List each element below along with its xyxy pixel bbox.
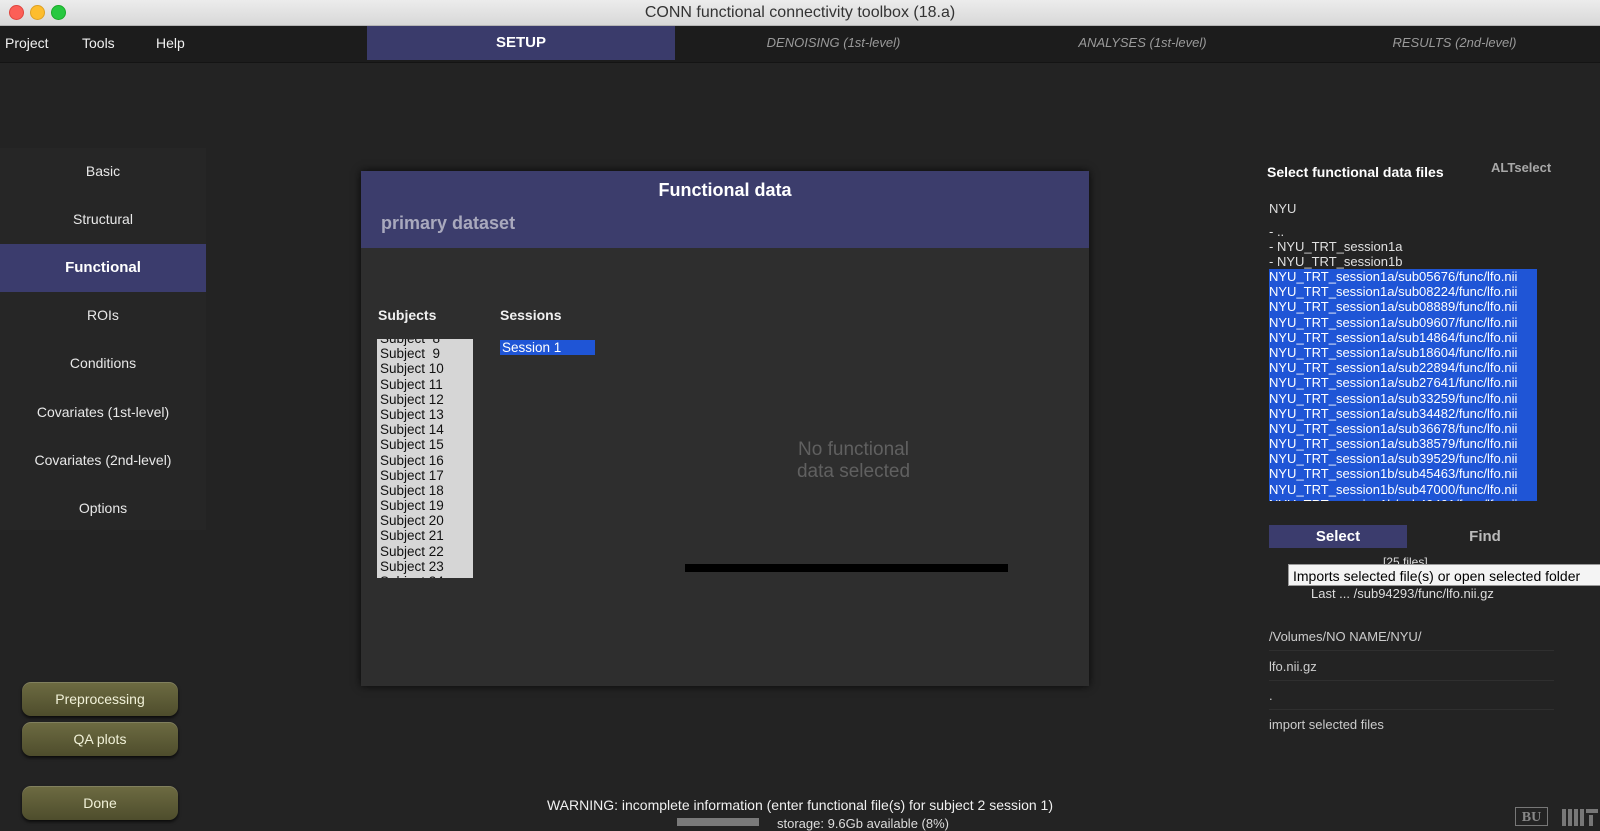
altselect-button[interactable]: ALTselect <box>1491 160 1551 175</box>
subjects-heading: Subjects <box>378 307 437 323</box>
file-list-item[interactable]: NYU_TRT_session1a/sub36678/func/lfo.nii <box>1269 420 1537 437</box>
filter-field[interactable]: lfo.nii.gz <box>1269 654 1554 681</box>
file-list-item[interactable]: NYU_TRT_session1b/sub45463/func/lfo.nii <box>1269 466 1537 482</box>
warning-message: WARNING: incomplete information (enter f… <box>546 797 1053 813</box>
sidebar-item-rois[interactable]: ROIs <box>0 292 206 339</box>
tab-setup[interactable]: SETUP <box>367 26 675 60</box>
file-list-item[interactable]: NYU_TRT_session1a/sub22894/func/lfo.nii <box>1269 360 1537 376</box>
subject-list-item[interactable]: Subject 18 <box>380 483 444 498</box>
file-list-item[interactable]: NYU_TRT_session1a/sub27641/func/lfo.nii <box>1269 375 1537 391</box>
sidebar-item-basic[interactable]: Basic <box>0 148 206 195</box>
subject-list-item[interactable]: Subject 17 <box>380 468 444 483</box>
bu-logo: BU <box>1515 807 1548 826</box>
menu-tools[interactable]: Tools <box>82 35 115 51</box>
preprocessing-button[interactable]: Preprocessing <box>22 682 178 716</box>
subject-list-item[interactable]: Subject 9 <box>380 346 444 361</box>
empty-data-message: No functional data selected <box>741 439 966 483</box>
empty-message-line: data selected <box>796 461 911 482</box>
file-list-item[interactable]: NYU_TRT_session1b/sub47000/func/lfo.nii <box>1269 481 1537 497</box>
subject-list-item[interactable]: Subject 24 <box>380 574 444 578</box>
file-list-item[interactable]: NYU_TRT_session1a/sub18604/func/lfo.nii <box>1269 344 1537 361</box>
path-field[interactable]: /Volumes/NO NAME/NYU/ <box>1269 624 1554 651</box>
file-list-item[interactable]: NYU_TRT_session1a/sub14864/func/lfo.nii <box>1269 329 1537 345</box>
tab-results[interactable]: RESULTS (2nd-level) <box>1347 26 1562 60</box>
sidebar-item-options[interactable]: Options <box>0 485 206 532</box>
menu-project[interactable]: Project <box>5 35 49 51</box>
window-titlebar: CONN functional connectivity toolbox (18… <box>0 0 1600 26</box>
dataset-selector[interactable]: primary dataset <box>381 213 515 234</box>
sessions-heading: Sessions <box>500 307 562 323</box>
window-title: CONN functional connectivity toolbox (18… <box>644 4 956 21</box>
file-list-item[interactable]: NYU_TRT_session1a/sub05676/func/lfo.nii <box>1269 269 1537 285</box>
file-list-item[interactable]: NYU_TRT_session1a/sub09607/func/lfo.nii <box>1269 314 1537 330</box>
file-listbox[interactable]: - .. - NYU_TRT_session1a - NYU_TRT_session… <box>1269 224 1537 501</box>
functional-data-panel: Functional data primary dataset Subjects… <box>361 171 1089 686</box>
sidebar-item-conditions[interactable]: Conditions <box>0 340 206 387</box>
subject-list-item[interactable]: Subject 15 <box>380 437 444 452</box>
file-list-item[interactable]: NYU_TRT_session1a/sub34482/func/lfo.nii <box>1269 405 1537 421</box>
sidebar-item-covariates-2nd[interactable]: Covariates (2nd-level) <box>0 437 206 484</box>
select-tooltip: Imports selected file(s) or open selecte… <box>1288 564 1600 586</box>
data-display-bar <box>685 564 1008 572</box>
mit-logo <box>1562 809 1598 826</box>
file-list-item[interactable]: NYU_TRT_session1a/sub38579/func/lfo.nii <box>1269 436 1537 452</box>
panel-title: Functional data <box>658 180 792 200</box>
setup-sidebar: Basic Structural Functional ROIs Conditi… <box>0 148 206 530</box>
sidebar-item-covariates-1st[interactable]: Covariates (1st-level) <box>0 389 206 436</box>
file-list-item[interactable]: NYU_TRT_session1a/sub08224/func/lfo.nii <box>1269 284 1537 300</box>
storage-text: storage: 9.6Gb available (8%) <box>777 816 949 831</box>
last-file-label: Last ... /sub94293/func/lfo.nii.gz <box>1311 586 1494 601</box>
subject-list-item[interactable]: Subject 20 <box>380 513 444 528</box>
dot-field[interactable]: . <box>1269 683 1554 710</box>
current-folder: NYU <box>1269 201 1297 216</box>
storage-bar <box>677 818 759 826</box>
folder-list-item[interactable]: - NYU_TRT_session1a <box>1269 239 1537 254</box>
tab-analyses[interactable]: ANALYSES (1st-level) <box>1035 26 1250 60</box>
subject-list-item[interactable]: Subject 13 <box>380 407 444 422</box>
subject-list-item[interactable]: Subject 21 <box>380 528 444 543</box>
subject-list-item[interactable]: Subject 12 <box>380 392 444 407</box>
sidebar-item-structural[interactable]: Structural <box>0 196 206 243</box>
file-list-item[interactable]: NYU_TRT_session1a/sub39529/func/lfo.nii <box>1269 451 1537 467</box>
subject-list-item[interactable]: Subject 10 <box>380 361 444 376</box>
file-list-item[interactable]: NYU_TRT_session1a/sub08889/func/lfo.nii <box>1269 299 1537 315</box>
file-list-item[interactable]: NYU_TRT_session1a/sub33259/func/lfo.nii <box>1269 390 1537 406</box>
folder-list-item[interactable]: - .. <box>1269 224 1537 239</box>
menu-help[interactable]: Help <box>156 35 185 51</box>
session-list-item[interactable]: Session 1 <box>500 340 595 355</box>
subject-list-item[interactable]: Subject 22 <box>380 544 444 559</box>
file-selector-heading: Select functional data files <box>1267 164 1444 180</box>
find-button[interactable]: Find <box>1440 525 1530 548</box>
subject-list-item[interactable]: Subject 16 <box>380 453 444 468</box>
subject-list-item[interactable]: Subject 11 <box>380 377 444 392</box>
select-button[interactable]: Select <box>1269 525 1407 548</box>
tab-denoising[interactable]: DENOISING (1st-level) <box>726 26 941 60</box>
menu-bar: Project Tools Help SETUP DENOISING (1st-… <box>0 26 1600 63</box>
sidebar-item-functional[interactable]: Functional <box>0 244 206 292</box>
subject-list-item[interactable]: Subject 8 <box>380 339 444 346</box>
import-action[interactable]: import selected files <box>1269 712 1554 738</box>
empty-message-line: No functional <box>798 439 909 460</box>
qa-plots-button[interactable]: QA plots <box>22 722 178 756</box>
folder-list-item[interactable]: - NYU_TRT_session1b <box>1269 254 1537 269</box>
subject-list-item[interactable]: Subject 23 <box>380 559 444 574</box>
subject-list-item[interactable]: Subject 19 <box>380 498 444 513</box>
panel-header: Functional data primary dataset <box>361 171 1089 248</box>
subjects-listbox[interactable]: Subject 8Subject 9Subject 10Subject 11Su… <box>377 339 473 578</box>
file-list-item[interactable]: NYU_TRT_session1b/sub49401/func/lfo.nii <box>1269 496 1537 501</box>
subject-list-item[interactable]: Subject 14 <box>380 422 444 437</box>
